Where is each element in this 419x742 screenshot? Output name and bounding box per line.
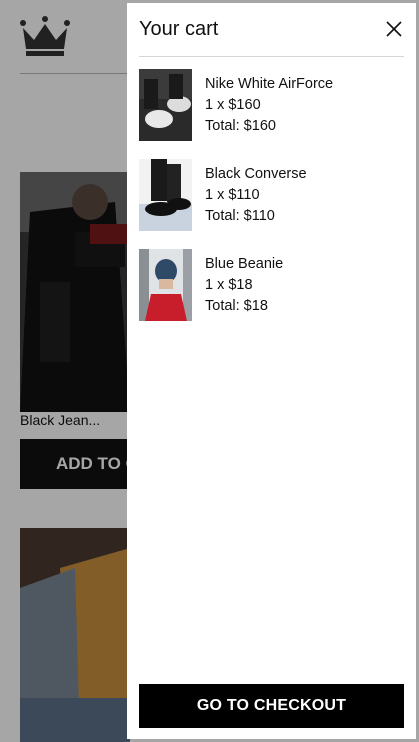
cart-item-qty-price: 1 x $160 [205, 97, 261, 113]
close-icon[interactable] [384, 19, 404, 39]
checkout-button[interactable]: GO TO CHECKOUT [139, 684, 404, 728]
cart-item-info: Nike White AirForce 1 x $160 Total: $160 [205, 74, 333, 137]
cart-list: Nike White AirForce 1 x $160 Total: $160… [139, 69, 404, 339]
cart-item-name: Nike White AirForce [205, 76, 334, 92]
cart-drawer: Your cart Nike White AirForce 1 x $160 T… [127, 3, 416, 739]
cart-header: Your cart [139, 3, 404, 57]
product-thumbnail [139, 69, 192, 141]
cart-item-total: Total: $110 [205, 208, 275, 224]
cart-title: Your cart [139, 18, 219, 40]
cart-item: Black Converse 1 x $110 Total: $110 [139, 159, 404, 249]
cart-item-qty-price: 1 x $18 [205, 277, 253, 293]
cart-item-qty-price: 1 x $110 [205, 187, 260, 203]
cart-item-info: Blue Beanie 1 x $18 Total: $18 [205, 254, 283, 317]
cart-item-total: Total: $18 [205, 298, 268, 314]
cart-item-name: Blue Beanie [205, 256, 284, 272]
cart-item: Blue Beanie 1 x $18 Total: $18 [139, 249, 404, 339]
cart-item: Nike White AirForce 1 x $160 Total: $160 [139, 69, 404, 159]
cart-item-name: Black Converse [205, 166, 307, 182]
cart-item-total: Total: $160 [205, 118, 276, 134]
cart-item-info: Black Converse 1 x $110 Total: $110 [205, 164, 307, 227]
product-thumbnail [139, 159, 192, 231]
product-thumbnail [139, 249, 192, 321]
